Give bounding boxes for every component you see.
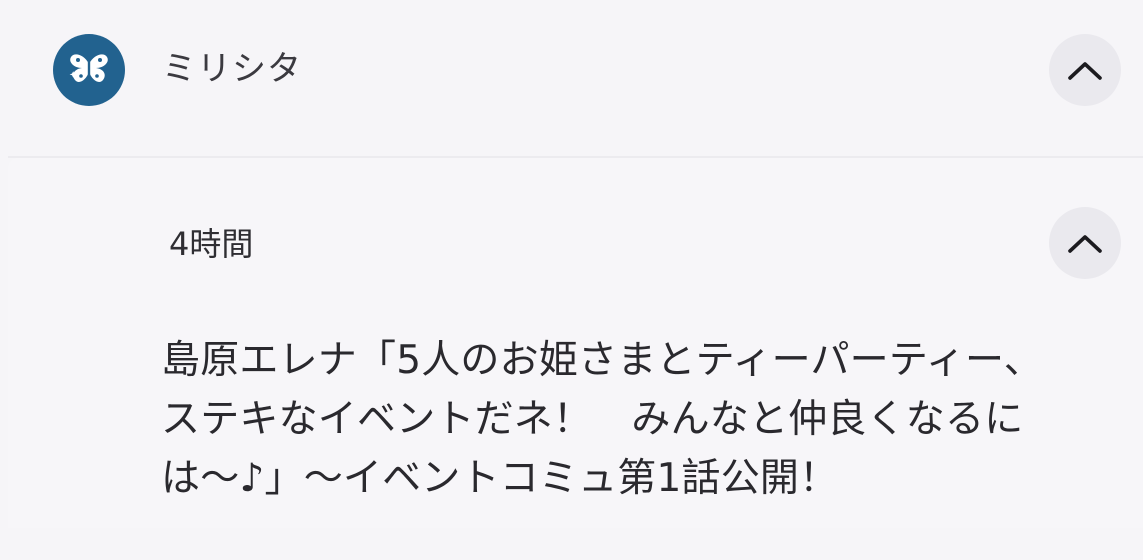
- collapse-group-button[interactable]: [1049, 34, 1121, 106]
- message-line: は〜♪」〜イベントコミュ第1話公開！: [161, 456, 839, 501]
- app-name: ミリシタ: [162, 49, 302, 89]
- collapse-notification-button[interactable]: [1049, 207, 1121, 279]
- message-line: ステキなイベントだネ！ みんなと仲良くなるに: [161, 397, 1024, 442]
- notification-group-card: ミリシタ 4時間 島原エレナ「5人のお姫さまとティーパーティー、 ステキなイベン…: [0, 0, 1143, 560]
- message-line: 島原エレナ「5人のお姫さまとティーパーティー、: [161, 338, 1043, 383]
- notification-message: 島原エレナ「5人のお姫さまとティーパーティー、 ステキなイベントだネ！ みんなと…: [161, 331, 1106, 508]
- notification-group-header[interactable]: ミリシタ: [0, 0, 1143, 156]
- notification-timestamp: 4時間: [169, 225, 254, 263]
- chevron-up-icon: [1068, 62, 1102, 80]
- butterfly-icon: [69, 54, 108, 83]
- chevron-up-icon: [1068, 235, 1102, 253]
- app-icon-butterfly: [53, 34, 125, 106]
